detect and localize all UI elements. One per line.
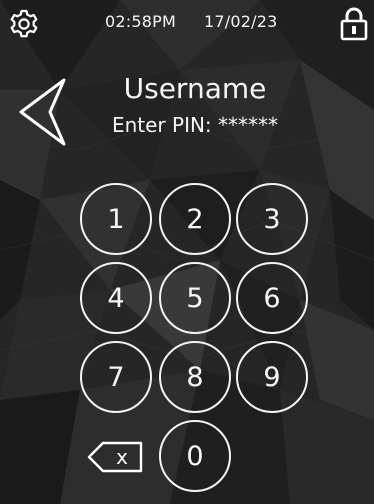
back-arrow-icon[interactable] [17, 76, 69, 148]
keypad-key-6[interactable]: 6 [236, 262, 308, 334]
keypad-key-3[interactable]: 3 [236, 183, 308, 255]
keypad-key-2[interactable]: 2 [159, 183, 231, 255]
keypad-key-0[interactable]: 0 [159, 420, 231, 492]
keypad-key-4[interactable]: 4 [80, 262, 152, 334]
settings-gear-icon[interactable] [8, 7, 40, 39]
keypad-key-9[interactable]: 9 [236, 341, 308, 413]
keypad-key-8[interactable]: 8 [159, 341, 231, 413]
status-date: 17/02/23 [204, 12, 278, 31]
keypad-key-1[interactable]: 1 [80, 183, 152, 255]
pin-entry-display: Enter PIN: ****** [111, 113, 279, 137]
status-time: 02:58PM [105, 12, 176, 31]
padlock-icon[interactable] [340, 7, 368, 41]
backspace-glyph: x [116, 445, 128, 469]
keypad-key-7[interactable]: 7 [80, 341, 152, 413]
backspace-icon[interactable]: x [85, 437, 145, 477]
keypad-key-5[interactable]: 5 [159, 262, 231, 334]
username-label: Username [123, 72, 267, 105]
